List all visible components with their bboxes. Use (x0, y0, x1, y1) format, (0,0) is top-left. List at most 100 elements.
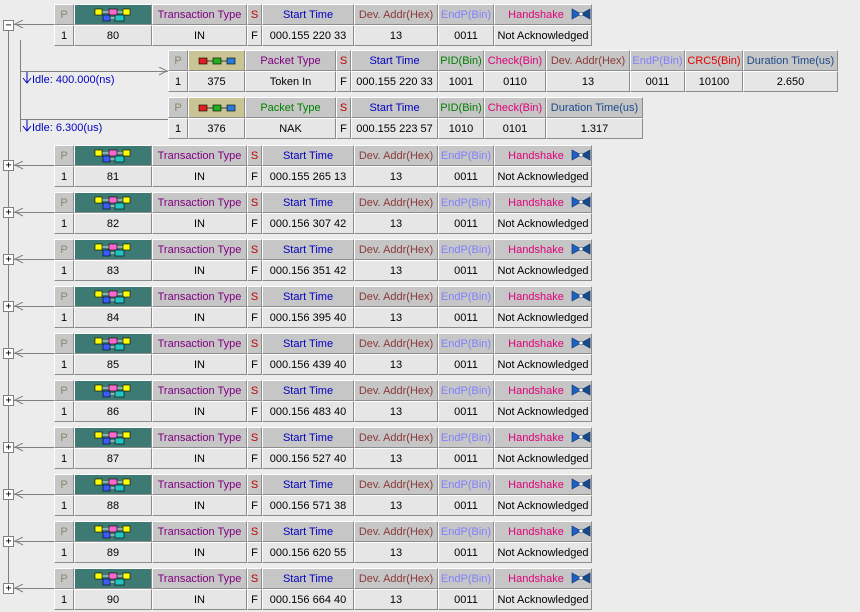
transaction-type-value[interactable]: IN (152, 448, 247, 469)
handshake-header[interactable]: Handshake (494, 239, 592, 260)
start-time-header[interactable]: Start Time (351, 97, 438, 118)
transaction-number[interactable]: 84 (74, 307, 152, 328)
p-value[interactable]: 1 (54, 307, 74, 328)
pid-value[interactable]: 1001 (438, 71, 484, 92)
p-header[interactable]: P (54, 4, 74, 25)
handshake-value[interactable]: Not Acknowledged (494, 448, 592, 469)
packet-type-header[interactable]: Packet Type (245, 50, 336, 71)
p-value[interactable]: 1 (54, 589, 74, 610)
check-header[interactable]: Check(Bin) (484, 97, 546, 118)
handshake-header[interactable]: Handshake (494, 427, 592, 448)
endp-header[interactable]: EndP(Bin) (438, 521, 494, 542)
dev-addr-value[interactable]: 13 (354, 213, 438, 234)
packet-number[interactable]: 375 (188, 71, 245, 92)
duration-header[interactable]: Duration Time(us) (743, 50, 838, 71)
s-value[interactable]: F (336, 118, 351, 139)
s-header[interactable]: S (247, 239, 262, 260)
p-header[interactable]: P (168, 50, 188, 71)
transaction-number[interactable]: 80 (74, 25, 152, 46)
dev-addr-header[interactable]: Dev. Addr(Hex) (354, 333, 438, 354)
start-time-header[interactable]: Start Time (262, 333, 354, 354)
transaction-header[interactable] (74, 474, 152, 495)
crc5-value[interactable]: 10100 (685, 71, 743, 92)
handshake-header[interactable]: Handshake (494, 474, 592, 495)
start-time-header[interactable]: Start Time (262, 192, 354, 213)
endp-header[interactable]: EndP(Bin) (438, 239, 494, 260)
s-value[interactable]: F (247, 213, 262, 234)
p-header[interactable]: P (54, 286, 74, 307)
transaction-type-value[interactable]: IN (152, 213, 247, 234)
p-header[interactable]: P (54, 568, 74, 589)
transaction-type-value[interactable]: IN (152, 542, 247, 563)
transaction-type-header[interactable]: Transaction Type (152, 239, 247, 260)
transaction-number[interactable]: 89 (74, 542, 152, 563)
transaction-type-value[interactable]: IN (152, 25, 247, 46)
start-time-value[interactable]: 000.155 220 33 (351, 71, 438, 92)
p-value[interactable]: 1 (54, 401, 74, 422)
handshake-header[interactable]: Handshake (494, 521, 592, 542)
handshake-value[interactable]: Not Acknowledged (494, 542, 592, 563)
p-value[interactable]: 1 (168, 118, 188, 139)
handshake-value[interactable]: Not Acknowledged (494, 307, 592, 328)
start-time-header[interactable]: Start Time (262, 427, 354, 448)
dev-addr-value[interactable]: 13 (546, 71, 630, 92)
transaction-type-header[interactable]: Transaction Type (152, 4, 247, 25)
dev-addr-header[interactable]: Dev. Addr(Hex) (354, 192, 438, 213)
transaction-number[interactable]: 88 (74, 495, 152, 516)
transaction-type-header[interactable]: Transaction Type (152, 380, 247, 401)
endp-value[interactable]: 0011 (438, 448, 494, 469)
p-header[interactable]: P (54, 380, 74, 401)
p-header[interactable]: P (54, 427, 74, 448)
endp-value[interactable]: 0011 (438, 307, 494, 328)
transaction-header[interactable] (74, 568, 152, 589)
transaction-header[interactable] (74, 380, 152, 401)
check-header[interactable]: Check(Bin) (484, 50, 546, 71)
handshake-value[interactable]: Not Acknowledged (494, 166, 592, 187)
start-time-header[interactable]: Start Time (262, 4, 354, 25)
transaction-type-header[interactable]: Transaction Type (152, 568, 247, 589)
start-time-value[interactable]: 000.156 620 55 (262, 542, 354, 563)
p-value[interactable]: 1 (54, 166, 74, 187)
transaction-type-value[interactable]: IN (152, 260, 247, 281)
packet-type-header[interactable]: Packet Type (245, 97, 336, 118)
transaction-type-header[interactable]: Transaction Type (152, 192, 247, 213)
start-time-header[interactable]: Start Time (262, 380, 354, 401)
expand-collapse-button[interactable]: − (3, 20, 14, 31)
start-time-value[interactable]: 000.156 351 42 (262, 260, 354, 281)
endp-value[interactable]: 0011 (438, 542, 494, 563)
check-value[interactable]: 0110 (484, 71, 546, 92)
s-header[interactable]: S (247, 192, 262, 213)
start-time-value[interactable]: 000.156 307 42 (262, 213, 354, 234)
expand-collapse-button[interactable]: + (3, 160, 14, 171)
endp-header[interactable]: EndP(Bin) (438, 192, 494, 213)
handshake-header[interactable]: Handshake (494, 4, 592, 25)
s-header[interactable]: S (247, 568, 262, 589)
transaction-header[interactable] (74, 145, 152, 166)
transaction-type-header[interactable]: Transaction Type (152, 286, 247, 307)
p-value[interactable]: 1 (54, 25, 74, 46)
dev-addr-header[interactable]: Dev. Addr(Hex) (354, 380, 438, 401)
endp-header[interactable]: EndP(Bin) (438, 427, 494, 448)
duration-value[interactable]: 2.650 (743, 71, 838, 92)
transaction-header[interactable] (74, 427, 152, 448)
p-header[interactable]: P (168, 97, 188, 118)
transaction-number[interactable]: 87 (74, 448, 152, 469)
endp-header[interactable]: EndP(Bin) (438, 380, 494, 401)
start-time-value[interactable]: 000.155 223 57 (351, 118, 438, 139)
transaction-type-header[interactable]: Transaction Type (152, 333, 247, 354)
s-value[interactable]: F (247, 448, 262, 469)
s-header[interactable]: S (247, 427, 262, 448)
transaction-type-header[interactable]: Transaction Type (152, 427, 247, 448)
p-header[interactable]: P (54, 239, 74, 260)
start-time-header[interactable]: Start Time (262, 286, 354, 307)
check-value[interactable]: 0101 (484, 118, 546, 139)
expand-collapse-button[interactable]: + (3, 207, 14, 218)
handshake-header[interactable]: Handshake (494, 568, 592, 589)
dev-addr-header[interactable]: Dev. Addr(Hex) (546, 50, 630, 71)
endp-value[interactable]: 0011 (438, 495, 494, 516)
start-time-value[interactable]: 000.156 571 38 (262, 495, 354, 516)
transaction-type-value[interactable]: IN (152, 589, 247, 610)
dev-addr-header[interactable]: Dev. Addr(Hex) (354, 427, 438, 448)
s-value[interactable]: F (247, 260, 262, 281)
transaction-number[interactable]: 82 (74, 213, 152, 234)
